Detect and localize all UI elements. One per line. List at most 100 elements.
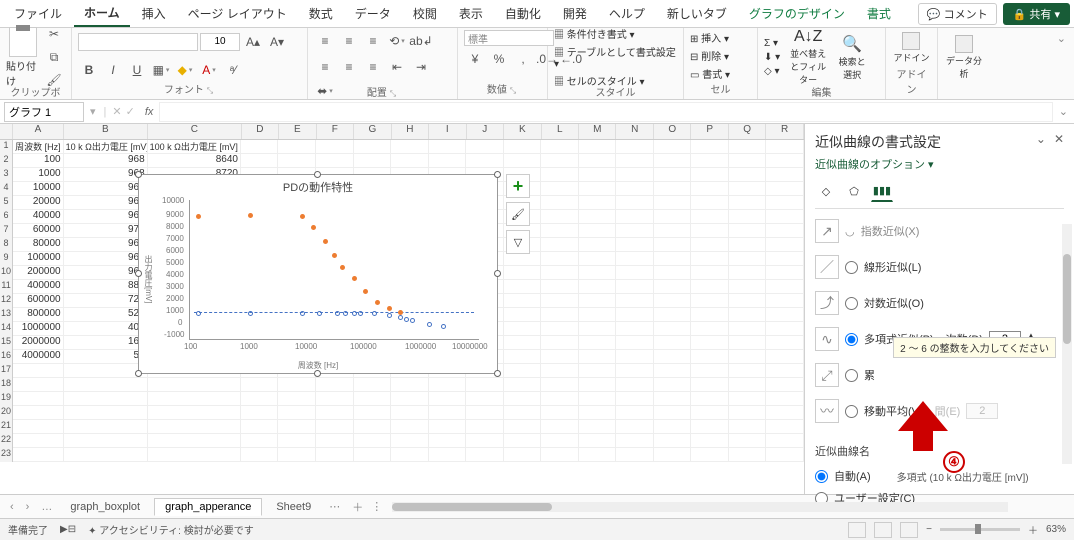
cell[interactable] xyxy=(354,406,392,420)
cell[interactable] xyxy=(316,448,354,462)
cell[interactable]: 40000 xyxy=(13,210,64,224)
number-launcher-icon[interactable]: ⤡ xyxy=(510,86,518,95)
cell[interactable] xyxy=(729,322,767,336)
cell[interactable] xyxy=(64,406,148,420)
zoom-out-icon[interactable]: − xyxy=(926,524,932,535)
cell[interactable] xyxy=(654,154,692,168)
chart-handle[interactable] xyxy=(135,171,142,178)
cell[interactable] xyxy=(579,448,617,462)
cell[interactable] xyxy=(616,294,654,308)
cell[interactable]: 720 xyxy=(64,294,148,308)
chart-title[interactable]: PDの動作特性 xyxy=(139,175,497,199)
column-header[interactable]: G xyxy=(354,124,391,139)
cell[interactable] xyxy=(316,406,354,420)
cell[interactable] xyxy=(504,406,542,420)
column-header[interactable]: A xyxy=(13,124,64,139)
tab-page-layout[interactable]: ページ レイアウト xyxy=(178,1,297,26)
cell[interactable] xyxy=(616,420,654,434)
cell[interactable] xyxy=(729,182,767,196)
cell[interactable] xyxy=(616,154,654,168)
cell[interactable] xyxy=(616,238,654,252)
align-right-icon[interactable]: ≡ xyxy=(362,56,384,78)
cell[interactable] xyxy=(766,322,804,336)
cell[interactable] xyxy=(579,224,617,238)
cell[interactable] xyxy=(504,280,542,294)
chart-handle[interactable] xyxy=(135,370,142,377)
currency-icon[interactable]: ¥ xyxy=(464,48,486,70)
cell[interactable] xyxy=(541,252,579,266)
cell[interactable] xyxy=(541,406,579,420)
row-header[interactable]: 3 xyxy=(0,168,13,182)
chart-handle[interactable] xyxy=(494,171,501,178)
wrap-text-icon[interactable]: ab↲ xyxy=(410,30,432,52)
cell[interactable] xyxy=(354,154,392,168)
column-header[interactable]: E xyxy=(279,124,316,139)
cell[interactable] xyxy=(729,378,767,392)
sheet-tab[interactable]: Sheet9 xyxy=(266,499,321,515)
cell[interactable] xyxy=(13,434,64,448)
cell[interactable] xyxy=(654,294,692,308)
cell[interactable] xyxy=(691,406,729,420)
cells-insert-button[interactable]: ⊞ 挿入 ▾ xyxy=(690,30,730,45)
cell[interactable] xyxy=(391,420,429,434)
cell[interactable] xyxy=(654,280,692,294)
cell[interactable] xyxy=(766,364,804,378)
cell[interactable] xyxy=(691,168,729,182)
cell[interactable] xyxy=(691,196,729,210)
cell[interactable] xyxy=(504,392,542,406)
cell[interactable] xyxy=(654,252,692,266)
tab-home[interactable]: ホーム xyxy=(74,0,130,27)
row-header[interactable]: 9 xyxy=(0,252,13,266)
cell[interactable] xyxy=(654,392,692,406)
cell[interactable] xyxy=(429,406,467,420)
cell[interactable]: 1000 xyxy=(13,168,64,182)
cell[interactable] xyxy=(691,266,729,280)
cell[interactable] xyxy=(729,280,767,294)
cell[interactable] xyxy=(654,210,692,224)
cell[interactable] xyxy=(729,364,767,378)
cell[interactable] xyxy=(241,378,279,392)
cell[interactable] xyxy=(691,294,729,308)
cell[interactable] xyxy=(354,378,392,392)
addins-icon[interactable] xyxy=(902,32,920,50)
cell[interactable] xyxy=(541,168,579,182)
row-header[interactable]: 7 xyxy=(0,224,13,238)
cell[interactable] xyxy=(579,182,617,196)
cell[interactable]: 880 xyxy=(64,280,148,294)
select-all-corner[interactable] xyxy=(0,124,13,139)
align-left-icon[interactable]: ≡ xyxy=(314,56,336,78)
opt-movavg-radio[interactable] xyxy=(845,405,858,418)
cell[interactable] xyxy=(466,406,504,420)
cell[interactable] xyxy=(654,364,692,378)
cell[interactable] xyxy=(13,448,64,462)
row-header[interactable]: 21 xyxy=(0,420,13,434)
ribbon-collapse-icon[interactable]: ⌄ xyxy=(1049,28,1074,99)
paste-icon[interactable] xyxy=(9,27,37,57)
cell[interactable] xyxy=(241,140,279,154)
cell[interactable] xyxy=(241,154,279,168)
cell[interactable]: 20000 xyxy=(13,196,64,210)
cell[interactable] xyxy=(541,140,579,154)
alignment-launcher-icon[interactable]: ⤡ xyxy=(390,89,398,98)
cell[interactable] xyxy=(504,322,542,336)
tab-insert[interactable]: 挿入 xyxy=(132,1,176,26)
cell[interactable] xyxy=(541,448,579,462)
cell[interactable] xyxy=(278,420,316,434)
cell[interactable] xyxy=(654,434,692,448)
pane-tab-effects-icon[interactable]: ⬠ xyxy=(843,180,865,202)
chart-styles-button[interactable]: 🖌 xyxy=(506,202,530,226)
cell[interactable]: 400000 xyxy=(13,280,64,294)
cell[interactable] xyxy=(729,266,767,280)
cell[interactable] xyxy=(766,406,804,420)
pane-tab-fill-icon[interactable]: ◇ xyxy=(815,180,837,202)
cell[interactable]: 168 xyxy=(64,336,148,350)
number-format-combo[interactable] xyxy=(464,30,554,46)
cell[interactable]: 968 xyxy=(64,252,148,266)
cell[interactable]: 2000000 xyxy=(13,336,64,350)
cell[interactable] xyxy=(391,434,429,448)
pane-tab-options-icon[interactable]: ▮▮▮ xyxy=(871,180,893,202)
cell[interactable] xyxy=(148,434,241,448)
cell[interactable] xyxy=(766,182,804,196)
row-header[interactable]: 14 xyxy=(0,322,13,336)
name-auto-radio[interactable] xyxy=(815,470,828,483)
